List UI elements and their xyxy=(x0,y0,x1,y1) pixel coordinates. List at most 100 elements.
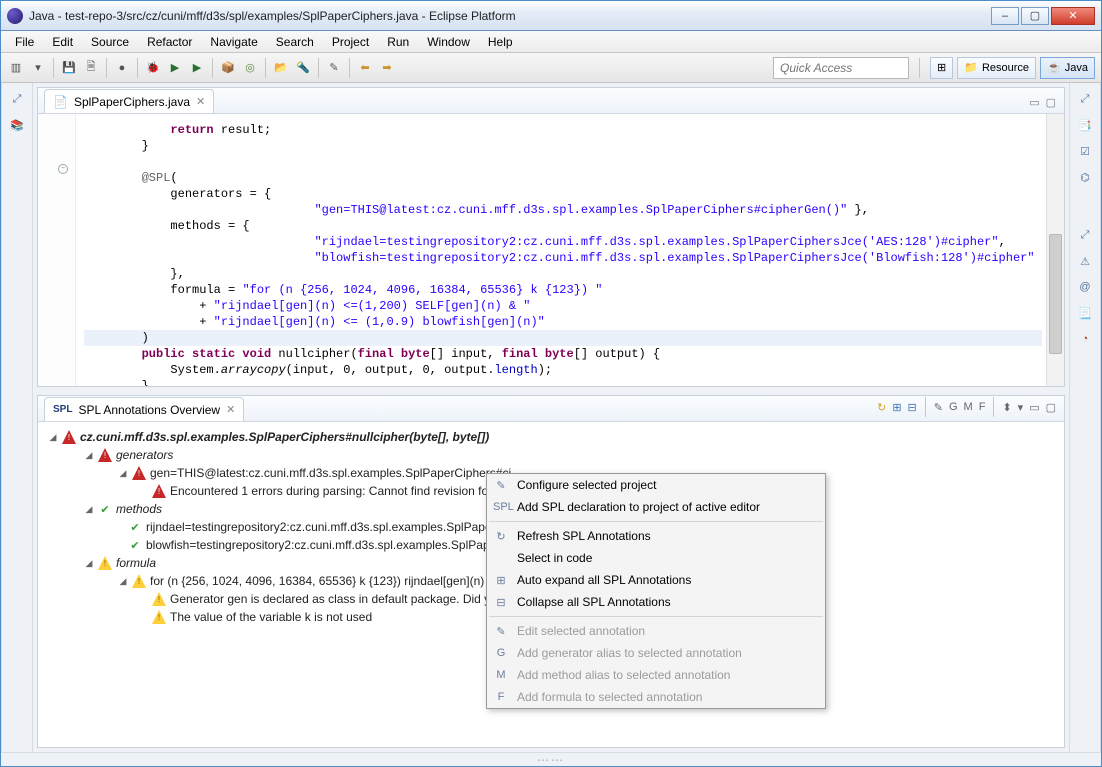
context-menu-item[interactable]: SPL Add SPL declaration to project of act… xyxy=(487,496,825,518)
error-icon: ! xyxy=(152,484,166,498)
fwd-icon[interactable]: ➡ xyxy=(378,59,396,77)
editor-scrollbar[interactable] xyxy=(1046,114,1064,386)
menu-navigate[interactable]: Navigate xyxy=(202,33,265,51)
context-menu-item[interactable]: Select in code xyxy=(487,547,825,569)
maximize-button[interactable]: ▢ xyxy=(1021,7,1049,25)
menu-item-label: Add SPL declaration to project of active… xyxy=(517,500,760,514)
menu-help[interactable]: Help xyxy=(480,33,521,51)
minimize-button[interactable]: – xyxy=(991,7,1019,25)
quick-access-input[interactable] xyxy=(773,57,909,79)
minimize-view-icon[interactable]: ▭ xyxy=(1029,96,1039,109)
tree-gen-item[interactable]: gen=THIS@latest:cz.cuni.mff.d3s.spl.exam… xyxy=(150,466,511,480)
annot-icon[interactable]: ✎ xyxy=(325,59,343,77)
javadoc-icon[interactable]: @ xyxy=(1077,279,1093,295)
perspective-java[interactable]: ☕Java xyxy=(1040,57,1095,79)
menu-window[interactable]: Window xyxy=(419,33,478,51)
twisty-icon[interactable]: ◢ xyxy=(84,558,94,569)
fold-icon[interactable]: – xyxy=(58,164,68,174)
context-menu-item[interactable]: ✎Configure selected project xyxy=(487,474,825,496)
tree-formula-expr[interactable]: for (n {256, 1024, 4096, 16384, 65536} k… xyxy=(150,574,516,588)
editor-tab-label: SplPaperCiphers.java xyxy=(74,95,190,109)
search-icon[interactable]: 🔦 xyxy=(294,59,312,77)
twisty-icon[interactable]: ◢ xyxy=(118,576,128,587)
collapse-icon[interactable]: ⊟ xyxy=(908,401,917,414)
link-icon[interactable]: ⬍ xyxy=(1002,401,1011,414)
tree-formula[interactable]: formula xyxy=(116,556,156,570)
close-icon[interactable]: ✕ xyxy=(196,95,205,108)
tree-generators[interactable]: generators xyxy=(116,448,173,462)
declaration-icon[interactable]: 📃 xyxy=(1077,305,1093,321)
tool-g[interactable]: G xyxy=(949,401,958,413)
separator xyxy=(925,397,926,417)
tree-root[interactable]: cz.cuni.mff.d3s.spl.examples.SplPaperCip… xyxy=(80,430,489,444)
twisty-icon[interactable]: ◢ xyxy=(48,432,58,443)
new-icon[interactable]: ▥ xyxy=(7,59,25,77)
close-icon[interactable]: ✕ xyxy=(226,403,235,416)
context-menu-item[interactable]: ⊟Collapse all SPL Annotations xyxy=(487,591,825,613)
menu-item-label: Add formula to selected annotation xyxy=(517,690,702,704)
runext-icon[interactable]: ▶ xyxy=(188,59,206,77)
maximize-view-icon[interactable]: ▢ xyxy=(1046,401,1056,414)
editor-gutter: – xyxy=(38,114,76,386)
menu-icon[interactable]: ▾ xyxy=(1018,401,1024,414)
open-perspective-button[interactable]: ⊞ xyxy=(930,57,953,79)
debug-icon[interactable]: 🐞 xyxy=(144,59,162,77)
separator xyxy=(137,58,138,78)
refresh-icon[interactable]: ↻ xyxy=(877,401,886,414)
tool-m[interactable]: M xyxy=(964,401,973,413)
menu-project[interactable]: Project xyxy=(324,33,377,51)
code-editor[interactable]: – return result; } @SPL( generators = { … xyxy=(38,114,1064,386)
misc-icon[interactable]: ◔ xyxy=(1077,331,1093,347)
saveall-icon[interactable]: 🗎 xyxy=(82,59,100,77)
menu-file[interactable]: File xyxy=(7,33,42,51)
open-icon[interactable]: 📂 xyxy=(272,59,290,77)
editor-tab[interactable]: 📄 SplPaperCiphers.java ✕ xyxy=(44,89,214,113)
newpkg-icon[interactable]: 📦 xyxy=(219,59,237,77)
tree-meth2[interactable]: blowfish=testingrepository2:cz.cuni.mff.… xyxy=(146,538,500,552)
restore-icon[interactable]: ⤢ xyxy=(1077,91,1093,107)
restore-icon[interactable]: ⤢ xyxy=(9,91,25,107)
twisty-icon[interactable]: ◢ xyxy=(84,450,94,461)
tool-f[interactable]: F xyxy=(979,401,986,413)
tasks-icon[interactable]: ☑ xyxy=(1077,143,1093,159)
separator xyxy=(318,58,319,78)
tree-methods[interactable]: methods xyxy=(116,502,162,516)
tree-formula-w2[interactable]: The value of the variable k is not used xyxy=(170,610,372,624)
save-icon[interactable]: 💾 xyxy=(60,59,78,77)
newclass-icon[interactable]: ◎ xyxy=(241,59,259,77)
menu-run[interactable]: Run xyxy=(379,33,417,51)
build-icon[interactable]: ● xyxy=(113,59,131,77)
tree-formula-w1[interactable]: Generator gen is declared as class in de… xyxy=(170,592,514,606)
menu-item-icon: SPL xyxy=(493,501,509,513)
back-icon[interactable]: ⬅ xyxy=(356,59,374,77)
maximize-view-icon[interactable]: ▢ xyxy=(1046,96,1056,109)
menu-refactor[interactable]: Refactor xyxy=(139,33,200,51)
twisty-icon[interactable]: ◢ xyxy=(84,504,94,515)
close-button[interactable]: ✕ xyxy=(1051,7,1095,25)
dropdown-icon[interactable]: ▾ xyxy=(29,59,47,77)
menu-edit[interactable]: Edit xyxy=(44,33,81,51)
perspective-resource[interactable]: 📁Resource xyxy=(957,57,1036,79)
separator xyxy=(993,397,994,417)
menu-item-label: Auto expand all SPL Annotations xyxy=(517,573,691,587)
separator xyxy=(265,58,266,78)
hierarchy-icon[interactable]: ⌬ xyxy=(1077,169,1093,185)
tree-gen-error[interactable]: Encountered 1 errors during parsing: Can… xyxy=(170,484,502,498)
outline-icon[interactable]: 📑 xyxy=(1077,117,1093,133)
spl-tab[interactable]: SPL SPL Annotations Overview ✕ xyxy=(44,397,244,421)
pkg-explorer-icon[interactable]: 📚 xyxy=(9,117,25,133)
run-icon[interactable]: ▶ xyxy=(166,59,184,77)
context-menu-item[interactable]: ↻Refresh SPL Annotations xyxy=(487,525,825,547)
context-menu-item[interactable]: ⊞Auto expand all SPL Annotations xyxy=(487,569,825,591)
scroll-thumb[interactable] xyxy=(1049,234,1062,354)
minimize-view-icon[interactable]: ▭ xyxy=(1029,401,1039,414)
menu-search[interactable]: Search xyxy=(268,33,322,51)
expand-icon[interactable]: ⊞ xyxy=(892,401,901,414)
menu-source[interactable]: Source xyxy=(83,33,137,51)
problems-icon[interactable]: ⚠ xyxy=(1077,253,1093,269)
edit-icon[interactable]: ✎ xyxy=(934,401,943,414)
code-area[interactable]: return result; } @SPL( generators = { "g… xyxy=(76,114,1046,386)
restore-icon[interactable]: ⤢ xyxy=(1077,227,1093,243)
twisty-icon[interactable]: ◢ xyxy=(118,468,128,479)
tree-meth1[interactable]: rijndael=testingrepository2:cz.cuni.mff.… xyxy=(146,520,504,534)
